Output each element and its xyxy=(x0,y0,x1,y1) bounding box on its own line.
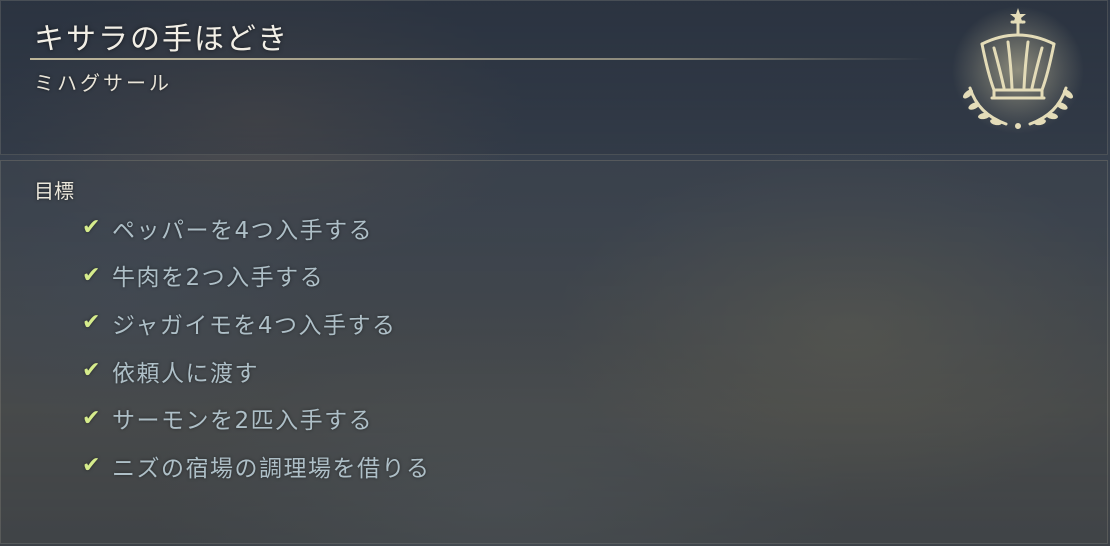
check-icon: ✔ xyxy=(82,215,101,241)
check-icon: ✔ xyxy=(82,358,101,384)
objective-label: ジャガイモを4つ入手する xyxy=(112,312,397,339)
check-icon: ✔ xyxy=(82,405,101,431)
objective-item: ✔ サーモンを2匹入手する xyxy=(82,394,431,442)
objective-list: ✔ ペッパーを4つ入手する ✔ 牛肉を2つ入手する ✔ ジャガイモを4つ入手する… xyxy=(82,204,431,490)
title-divider xyxy=(30,58,930,60)
quest-title: キサラの手ほどき xyxy=(34,22,290,57)
check-icon: ✔ xyxy=(82,310,101,336)
objective-item: ✔ ニズの宿場の調理場を借りる xyxy=(82,442,431,490)
check-icon: ✔ xyxy=(82,262,101,288)
quest-giver-name: ミハグサール xyxy=(34,71,172,95)
objective-item: ✔ ペッパーを4つ入手する xyxy=(82,204,431,252)
objective-item: ✔ 依頼人に渡す xyxy=(82,347,431,395)
objective-label: ペッパーを4つ入手する xyxy=(112,217,374,244)
objective-label: 牛肉を2つ入手する xyxy=(112,265,325,292)
objectives-heading: 目標 xyxy=(34,179,74,203)
objective-item: ✔ ジャガイモを4つ入手する xyxy=(82,299,431,347)
objective-label: ニズの宿場の調理場を借りる xyxy=(112,455,431,482)
objective-item: ✔ 牛肉を2つ入手する xyxy=(82,252,431,300)
check-icon: ✔ xyxy=(82,453,101,479)
crown-laurel-icon xyxy=(952,6,1084,134)
objective-label: 依頼人に渡す xyxy=(112,360,259,387)
quest-window: キサラの手ほどき ミハグサール 目標 ✔ ペッパーを4つ入手する ✔ 牛肉を2つ… xyxy=(0,0,1110,546)
objective-label: サーモンを2匹入手する xyxy=(112,408,374,435)
